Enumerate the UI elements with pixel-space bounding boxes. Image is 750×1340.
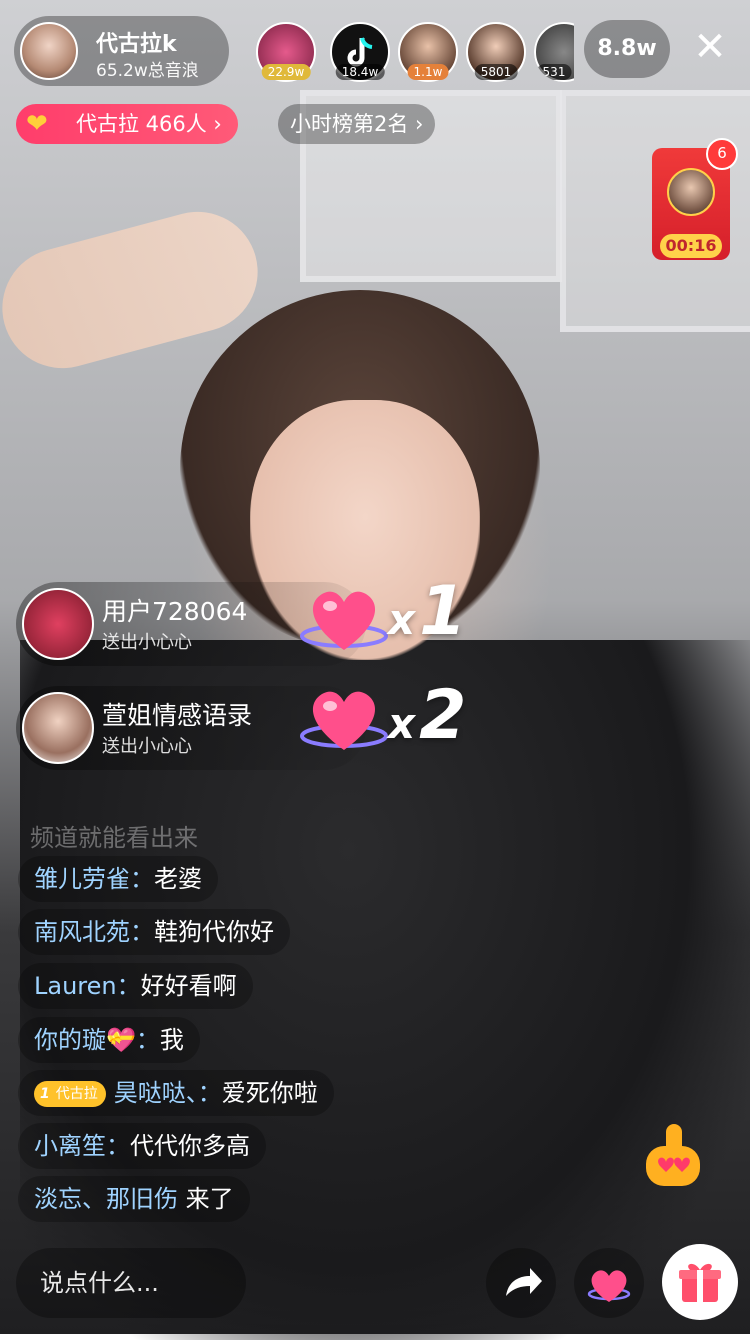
chat-text: 来了	[178, 1185, 234, 1213]
host-avatar[interactable]	[20, 22, 78, 80]
share-icon	[506, 1268, 542, 1296]
combo-count: 1	[419, 572, 467, 651]
top-viewer-avatar[interactable]: 5801	[466, 22, 526, 82]
heart-icon	[587, 1270, 631, 1302]
hour-rank-button[interactable]: 小时榜第2名 ›	[278, 104, 436, 144]
gift-sender-name: 萱姐情感语录	[102, 701, 253, 730]
fan-club-label: 代古拉 466人 ›	[76, 112, 222, 136]
gift-sender-avatar	[22, 692, 94, 764]
gift-combo: x1	[388, 572, 466, 651]
chat-message[interactable]: 雏儿劳雀：老婆	[18, 856, 218, 902]
fan-club-name: 代古拉	[55, 1086, 98, 1102]
viewer-count-badge: 22.9w	[261, 64, 311, 80]
heart-icon	[300, 691, 388, 750]
viewer-count-badge: 531	[536, 64, 572, 80]
online-viewer-count[interactable]: 8.8w	[584, 20, 670, 78]
chat-text: 好好看啊	[140, 972, 237, 1000]
like-button[interactable]	[574, 1248, 644, 1318]
gift-button[interactable]	[662, 1244, 738, 1320]
chat-text: 爱死你啦	[221, 1079, 318, 1107]
chat-username[interactable]: 雏儿劳雀：	[34, 865, 154, 893]
chat-username[interactable]: 淡忘、那旧伤	[34, 1185, 178, 1213]
chat-username[interactable]: Lauren：	[34, 972, 141, 1000]
gift-sender-avatar	[22, 588, 94, 660]
fan-level-badge: 1 代古拉	[34, 1081, 106, 1107]
combo-count: 2	[419, 676, 467, 755]
chat-message-faded: 频道就能看出来	[30, 824, 198, 852]
gift-action: 送出小心心	[102, 632, 192, 653]
red-packet-timer: 00:16	[660, 234, 722, 258]
chat-message[interactable]: 小离笙：代代你多高	[18, 1123, 266, 1169]
heart-icon	[300, 591, 388, 650]
gift-icon	[679, 1263, 721, 1302]
host-total-gifts: 65.2w总音浪	[96, 61, 199, 81]
viewer-count-badge: 1.1w	[407, 64, 449, 80]
fan-heart-icon: ❤	[26, 109, 48, 139]
chat-message[interactable]: 南风北苑：鞋狗代你好	[18, 909, 290, 955]
combo-multiplier: x	[388, 699, 416, 748]
gift-sender-name: 用户728064	[102, 597, 248, 626]
chat-username[interactable]: 小离笙：	[34, 1132, 130, 1160]
chat-message[interactable]: 淡忘、那旧伤 来了	[18, 1176, 250, 1222]
fan-club-button[interactable]: ❤ 代古拉 466人 ›	[16, 104, 238, 144]
thumbs-up-emoji-icon	[646, 1124, 700, 1186]
host-name: 代古拉k	[96, 32, 177, 57]
share-button[interactable]	[486, 1248, 556, 1318]
chat-message[interactable]: 1 代古拉 昊哒哒、：爱死你啦	[18, 1070, 334, 1116]
host-info[interactable]: 代古拉k 65.2w总音浪	[14, 16, 229, 86]
chat-text: 老婆	[154, 865, 202, 893]
red-packet-sender-avatar	[667, 168, 715, 216]
chat-text: 代代你多高	[130, 1132, 250, 1160]
viewer-count-badge: 5801	[474, 64, 518, 80]
chat-username[interactable]: 你的璇💝：	[34, 1026, 160, 1054]
close-icon[interactable]: ✕	[690, 27, 730, 68]
top-viewer-avatar[interactable]: 18.4w	[330, 22, 390, 82]
chat-username[interactable]: 昊哒哒、：	[114, 1079, 222, 1107]
top-viewer-avatar[interactable]: 22.9w	[256, 22, 316, 82]
combo-multiplier: x	[388, 595, 416, 644]
chat-text: 鞋狗代你好	[154, 918, 274, 946]
red-packet-count-badge: 6	[706, 138, 738, 170]
chat-text: 我	[159, 1026, 184, 1054]
chat-username[interactable]: 南风北苑：	[34, 918, 154, 946]
gift-combo: x2	[388, 676, 466, 755]
chat-message[interactable]: Lauren：好好看啊	[18, 963, 253, 1009]
comment-input[interactable]: 说点什么...	[16, 1248, 246, 1318]
chat-message[interactable]: 你的璇💝：我	[18, 1017, 200, 1063]
fan-level: 1	[40, 1086, 50, 1102]
comment-placeholder: 说点什么...	[40, 1269, 159, 1297]
gift-action: 送出小心心	[102, 736, 192, 757]
top-viewer-avatar[interactable]: 1.1w	[398, 22, 458, 82]
red-packet[interactable]: 6 00:16	[652, 138, 738, 260]
viewer-count-badge: 18.4w	[335, 64, 385, 80]
